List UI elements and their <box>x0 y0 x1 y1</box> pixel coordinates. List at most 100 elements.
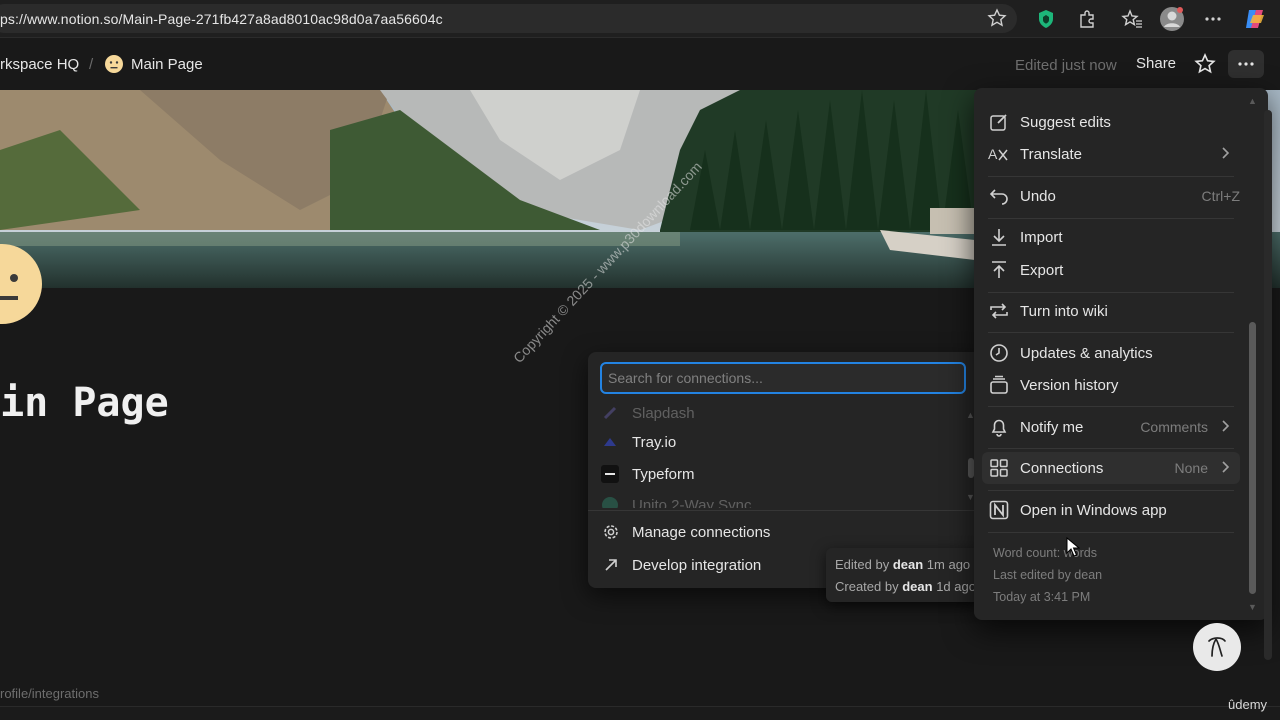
favorites-icon[interactable] <box>1119 6 1145 32</box>
word-count-text: Word count: words <box>993 546 1097 560</box>
menu-label: Suggest edits <box>1020 113 1111 131</box>
divider <box>988 332 1234 333</box>
translate-icon: A <box>988 143 1010 165</box>
divider <box>588 510 986 511</box>
notion-topbar: rkspace HQ / Main Page Edited just now S… <box>0 38 1280 90</box>
menu-scroll-up-icon[interactable]: ▲ <box>1248 96 1257 106</box>
udemy-logo: ûdemy <box>1228 697 1268 712</box>
copilot-icon[interactable] <box>1242 6 1268 32</box>
last-edited-time: Today at 3:41 PM <box>993 590 1091 604</box>
connection-label: Slapdash <box>632 404 695 422</box>
created-by-row: Created by dean 1d ago <box>835 576 976 598</box>
connections-search-field[interactable] <box>600 362 966 394</box>
manage-connections-label: Manage connections <box>632 523 771 541</box>
menu-label: Version history <box>1020 376 1119 394</box>
menu-item-updates-analytics[interactable]: Updates & analytics <box>982 337 1240 369</box>
convert-arrows-icon <box>988 300 1010 322</box>
svg-text:A: A <box>988 146 998 162</box>
connections-value: None <box>1174 460 1208 476</box>
notion-logo-icon <box>988 499 1010 521</box>
menu-label: Export <box>1020 261 1064 279</box>
notify-value: Comments <box>1140 419 1208 435</box>
connections-search-input[interactable] <box>602 364 964 392</box>
menu-scroll-down-icon[interactable]: ▼ <box>1248 602 1257 612</box>
download-icon <box>988 226 1010 248</box>
chevron-right-icon <box>1222 146 1230 163</box>
chevron-right-icon <box>1222 419 1230 436</box>
page-emoji-icon[interactable] <box>0 242 44 326</box>
connection-item-slapdash[interactable]: Slapdash <box>600 404 960 428</box>
divider <box>988 218 1234 219</box>
more-icon[interactable] <box>1200 6 1226 32</box>
divider <box>988 292 1234 293</box>
slapdash-icon <box>600 404 620 423</box>
menu-label: Connections <box>1020 459 1104 477</box>
clock-icon <box>988 342 1010 364</box>
menu-item-suggest-edits[interactable]: Suggest edits <box>982 106 1240 138</box>
page-title[interactable]: ain Page <box>0 380 169 426</box>
connection-label: Typeform <box>632 465 695 483</box>
menu-label: Undo <box>1020 187 1056 205</box>
develop-integration-button[interactable]: Develop integration <box>600 550 761 580</box>
connection-item-typeform[interactable]: Typeform <box>600 459 960 489</box>
menu-label: Turn into wiki <box>1020 302 1108 320</box>
created-time: 1d ago <box>936 579 976 594</box>
upload-icon <box>988 259 1010 281</box>
breadcrumb-workspace[interactable]: rkspace HQ <box>0 56 79 73</box>
page-more-button[interactable] <box>1228 50 1264 78</box>
menu-item-open-windows-app[interactable]: Open in Windows app <box>982 494 1240 526</box>
manage-connections-button[interactable]: Manage connections <box>600 517 770 547</box>
menu-item-notify-me[interactable]: Notify me Comments <box>982 411 1240 443</box>
extensions-icon[interactable] <box>1074 6 1100 32</box>
undo-shortcut: Ctrl+Z <box>1201 188 1241 204</box>
favorite-star-icon[interactable] <box>1194 53 1216 80</box>
typeform-icon <box>600 464 620 484</box>
breadcrumb-separator: / <box>89 56 94 73</box>
edited-by-row: Edited by dean 1m ago <box>835 554 971 576</box>
divider <box>988 448 1234 449</box>
menu-item-turn-into-wiki[interactable]: Turn into wiki <box>982 295 1240 327</box>
grid-icon <box>988 457 1010 479</box>
undo-icon <box>988 185 1010 207</box>
menu-label: Import <box>1020 228 1063 246</box>
browser-toolbar: ps://www.notion.so/Main-Page-271fb427a8a… <box>0 0 1280 38</box>
url-text[interactable]: ps://www.notion.so/Main-Page-271fb427a8a… <box>0 11 443 27</box>
divider <box>988 490 1234 491</box>
tray-io-icon <box>600 432 620 452</box>
breadcrumb-page[interactable]: Main Page <box>131 56 203 73</box>
menu-item-connections[interactable]: Connections None <box>982 452 1240 484</box>
unito-icon <box>600 495 620 508</box>
edited-user: dean <box>892 557 924 572</box>
menu-label: Notify me <box>1020 418 1084 436</box>
pencil-square-icon <box>988 111 1010 133</box>
star-icon[interactable] <box>984 5 1010 31</box>
menu-item-version-history[interactable]: Version history <box>982 369 1240 401</box>
mouse-cursor-icon <box>1066 536 1081 562</box>
shield-extension-icon[interactable] <box>1033 6 1059 32</box>
notion-ai-icon <box>1208 637 1226 657</box>
menu-scrollbar[interactable] <box>1249 322 1256 594</box>
menu-item-export[interactable]: Export <box>982 254 1240 286</box>
menu-item-import[interactable]: Import <box>982 221 1240 253</box>
last-edited-text: Last edited by dean <box>993 568 1103 582</box>
bell-icon <box>988 416 1010 438</box>
menu-item-undo[interactable]: Undo Ctrl+Z <box>982 180 1240 212</box>
share-button[interactable]: Share <box>1132 51 1180 77</box>
chevron-right-icon <box>1222 460 1230 477</box>
taskbar-strip <box>0 706 1280 720</box>
menu-label: Translate <box>1020 145 1082 163</box>
edited-prefix: Edited by <box>835 557 890 572</box>
stack-history-icon <box>988 374 1010 396</box>
created-prefix: Created by <box>835 579 899 594</box>
connection-label: Unito 2-Way Sync <box>632 496 752 509</box>
connection-item-tray-io[interactable]: Tray.io <box>600 427 960 457</box>
divider <box>988 532 1234 533</box>
address-bar[interactable]: ps://www.notion.so/Main-Page-271fb427a8a… <box>0 4 1017 33</box>
menu-item-translate[interactable]: A Translate <box>982 138 1240 170</box>
profile-icon[interactable] <box>1159 6 1185 32</box>
page-scrollbar[interactable] <box>1264 110 1272 660</box>
edited-status[interactable]: Edited just now <box>1015 57 1117 74</box>
help-button[interactable] <box>1193 623 1241 671</box>
arrow-up-right-icon <box>600 554 622 576</box>
connection-item-unito[interactable]: Unito 2-Way Sync <box>600 490 960 508</box>
